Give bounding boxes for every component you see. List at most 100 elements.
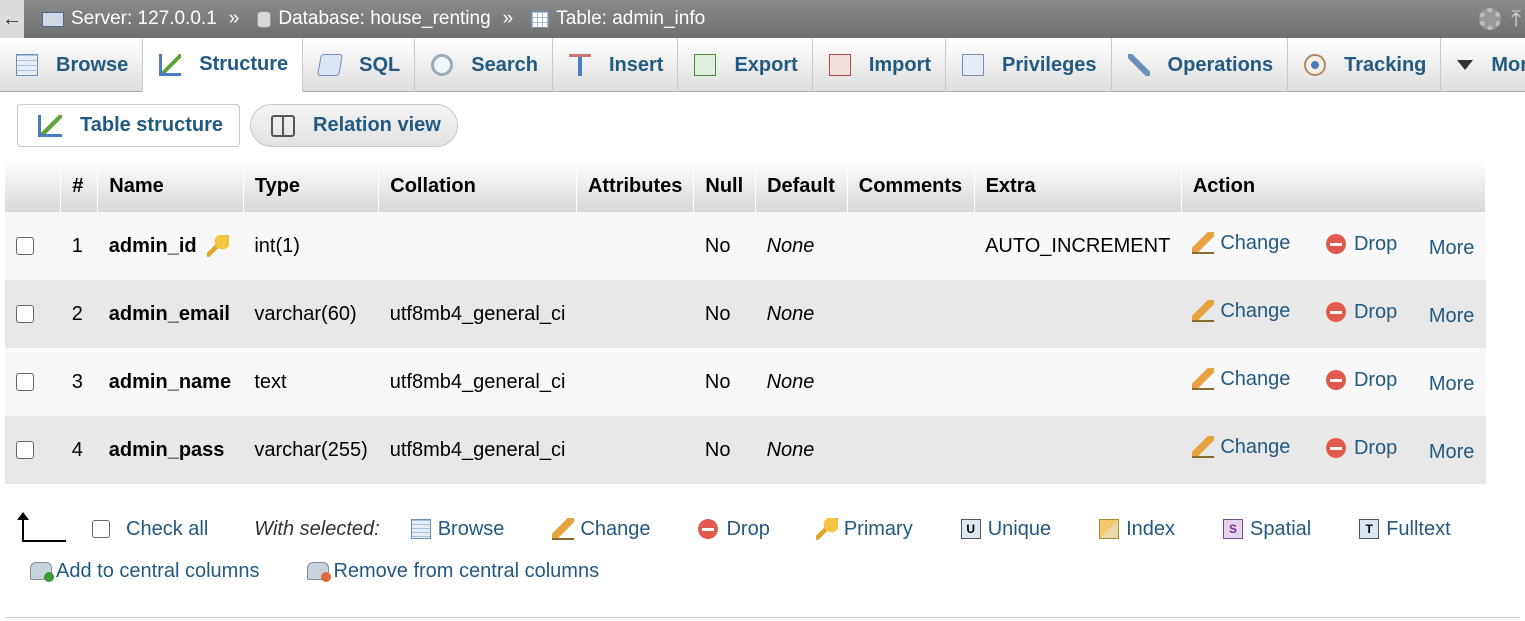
bulk-primary-button[interactable]: Primary — [815, 518, 913, 541]
bulk-fulltext-button[interactable]: T Fulltext — [1359, 518, 1451, 541]
tab-structure[interactable]: Structure — [143, 38, 304, 92]
tab-sql[interactable]: SQL — [303, 38, 416, 92]
change-link[interactable]: Change — [1192, 368, 1290, 391]
gear-icon[interactable] — [1479, 8, 1502, 30]
bulk-unique-button[interactable]: U Unique — [960, 518, 1051, 541]
remove-central-columns-button[interactable]: Remove from central columns — [307, 560, 599, 583]
column-extra — [974, 348, 1182, 416]
more-link[interactable]: More — [1429, 305, 1475, 327]
table-icon — [531, 10, 550, 28]
tab-label: Search — [471, 53, 538, 76]
bulk-drop-button[interactable]: Drop — [698, 518, 770, 541]
drop-icon — [1325, 438, 1346, 459]
change-link[interactable]: Change — [1192, 436, 1290, 459]
row-checkbox[interactable] — [16, 305, 34, 324]
breadcrumb-database[interactable]: Database: house_renting — [257, 8, 491, 30]
tab-privileges[interactable]: Privileges — [946, 38, 1112, 92]
header-num: # — [60, 160, 99, 212]
row-checkbox[interactable] — [16, 373, 34, 392]
column-extra — [974, 416, 1182, 484]
change-link[interactable]: Change — [1192, 300, 1290, 323]
tracking-icon — [1304, 54, 1327, 76]
more-link[interactable]: More — [1429, 441, 1475, 463]
table-header-row: # Name Type Collation Attributes Null De… — [5, 160, 1487, 212]
add-central-columns-button[interactable]: Add to central columns — [30, 560, 259, 583]
drop-label: Drop — [1353, 436, 1398, 459]
breadcrumb-table[interactable]: Table: admin_info — [531, 8, 705, 30]
bulk-spatial-button[interactable]: S Spatial — [1223, 518, 1311, 541]
column-name: admin_pass — [97, 416, 244, 484]
drop-link[interactable]: Drop — [1325, 301, 1397, 324]
column-extra — [974, 280, 1182, 348]
subtab-table-structure[interactable]: Table structure — [17, 104, 240, 147]
bulk-browse-button[interactable]: Browse — [410, 518, 504, 541]
bulk-index-button[interactable]: Index — [1099, 518, 1175, 541]
import-icon — [828, 54, 851, 76]
fulltext-icon: T — [1359, 519, 1380, 539]
with-selected-label: With selected: — [254, 517, 380, 540]
check-all-checkbox[interactable] — [92, 520, 110, 538]
row-checkbox-cell — [5, 280, 61, 348]
column-name: admin_name — [97, 348, 244, 416]
column-attributes — [576, 212, 694, 280]
tab-browse[interactable]: Browse — [0, 38, 144, 92]
tab-import[interactable]: Import — [813, 38, 947, 92]
change-label: Change — [1220, 231, 1291, 254]
subtab-relation-view[interactable]: Relation view — [250, 104, 458, 147]
collapse-icon[interactable]: ⤒ — [1511, 6, 1521, 32]
column-comments — [847, 416, 975, 484]
subtab-bar: Table structure Relation view — [17, 104, 458, 147]
tab-bar: Browse Structure SQL Search Insert Expor… — [0, 38, 1525, 92]
breadcrumb-table-label[interactable]: Table: admin_info — [556, 8, 705, 30]
tab-label: Import — [868, 53, 932, 76]
unique-icon: U — [960, 519, 981, 539]
column-extra: AUTO_INCREMENT — [974, 212, 1182, 280]
structure-icon — [159, 53, 182, 76]
more-link[interactable]: More — [1429, 237, 1475, 259]
tab-export[interactable]: Export — [678, 38, 813, 92]
bulk-actions: Check all With selected: Browse Change D… — [17, 508, 1502, 592]
breadcrumb-server[interactable]: Server: 127.0.0.1 — [42, 8, 217, 30]
tab-more[interactable]: More — [1441, 38, 1525, 92]
bulk-change-label: Change — [580, 517, 651, 540]
breadcrumb-database-label[interactable]: Database: house_renting — [278, 8, 490, 30]
structure-table: # Name Type Collation Attributes Null De… — [5, 160, 1487, 484]
row-checkbox[interactable] — [16, 441, 34, 460]
row-checkbox[interactable] — [16, 237, 34, 256]
drop-label: Drop — [1353, 232, 1398, 255]
breadcrumb-separator: » — [502, 8, 514, 29]
row-num: 3 — [60, 348, 98, 416]
header-default: Default — [755, 160, 848, 212]
drop-link[interactable]: Drop — [1325, 436, 1398, 460]
change-link[interactable]: Change — [1192, 232, 1290, 255]
bulk-change-button[interactable]: Change — [552, 518, 650, 541]
more-link[interactable]: More — [1429, 373, 1475, 395]
central-columns-add-icon — [30, 562, 54, 582]
breadcrumb-server-label[interactable]: Server: 127.0.0.1 — [71, 8, 217, 30]
drop-link[interactable]: Drop — [1325, 369, 1397, 392]
tab-tracking[interactable]: Tracking — [1288, 38, 1442, 92]
table-row: 4 admin_pass varchar(255) utf8mb4_genera… — [5, 416, 1486, 484]
column-null: No — [693, 280, 756, 348]
tab-operations[interactable]: Operations — [1112, 38, 1289, 92]
relation-icon — [271, 114, 295, 137]
tab-label: More — [1491, 53, 1525, 76]
central-columns-row: Add to central columns Remove from centr… — [22, 550, 1502, 592]
change-label: Change — [1220, 367, 1291, 390]
column-type: varchar(60) — [243, 280, 379, 348]
column-null: No — [693, 212, 756, 280]
back-arrow-icon[interactable]: ← — [0, 0, 24, 38]
drop-link[interactable]: Drop — [1325, 232, 1398, 256]
check-all-label[interactable]: Check all — [126, 518, 208, 541]
insert-icon — [569, 54, 591, 76]
tab-label: Operations — [1167, 53, 1274, 76]
chevron-down-icon — [1457, 60, 1474, 70]
drop-icon — [1325, 302, 1346, 323]
column-default: None — [755, 280, 848, 348]
tab-insert[interactable]: Insert — [553, 38, 679, 92]
header-action: Action — [1181, 160, 1487, 212]
tab-search[interactable]: Search — [415, 38, 553, 92]
column-collation: utf8mb4_general_ci — [378, 280, 577, 348]
row-checkbox-cell — [5, 416, 61, 484]
pencil-icon — [1192, 232, 1215, 255]
